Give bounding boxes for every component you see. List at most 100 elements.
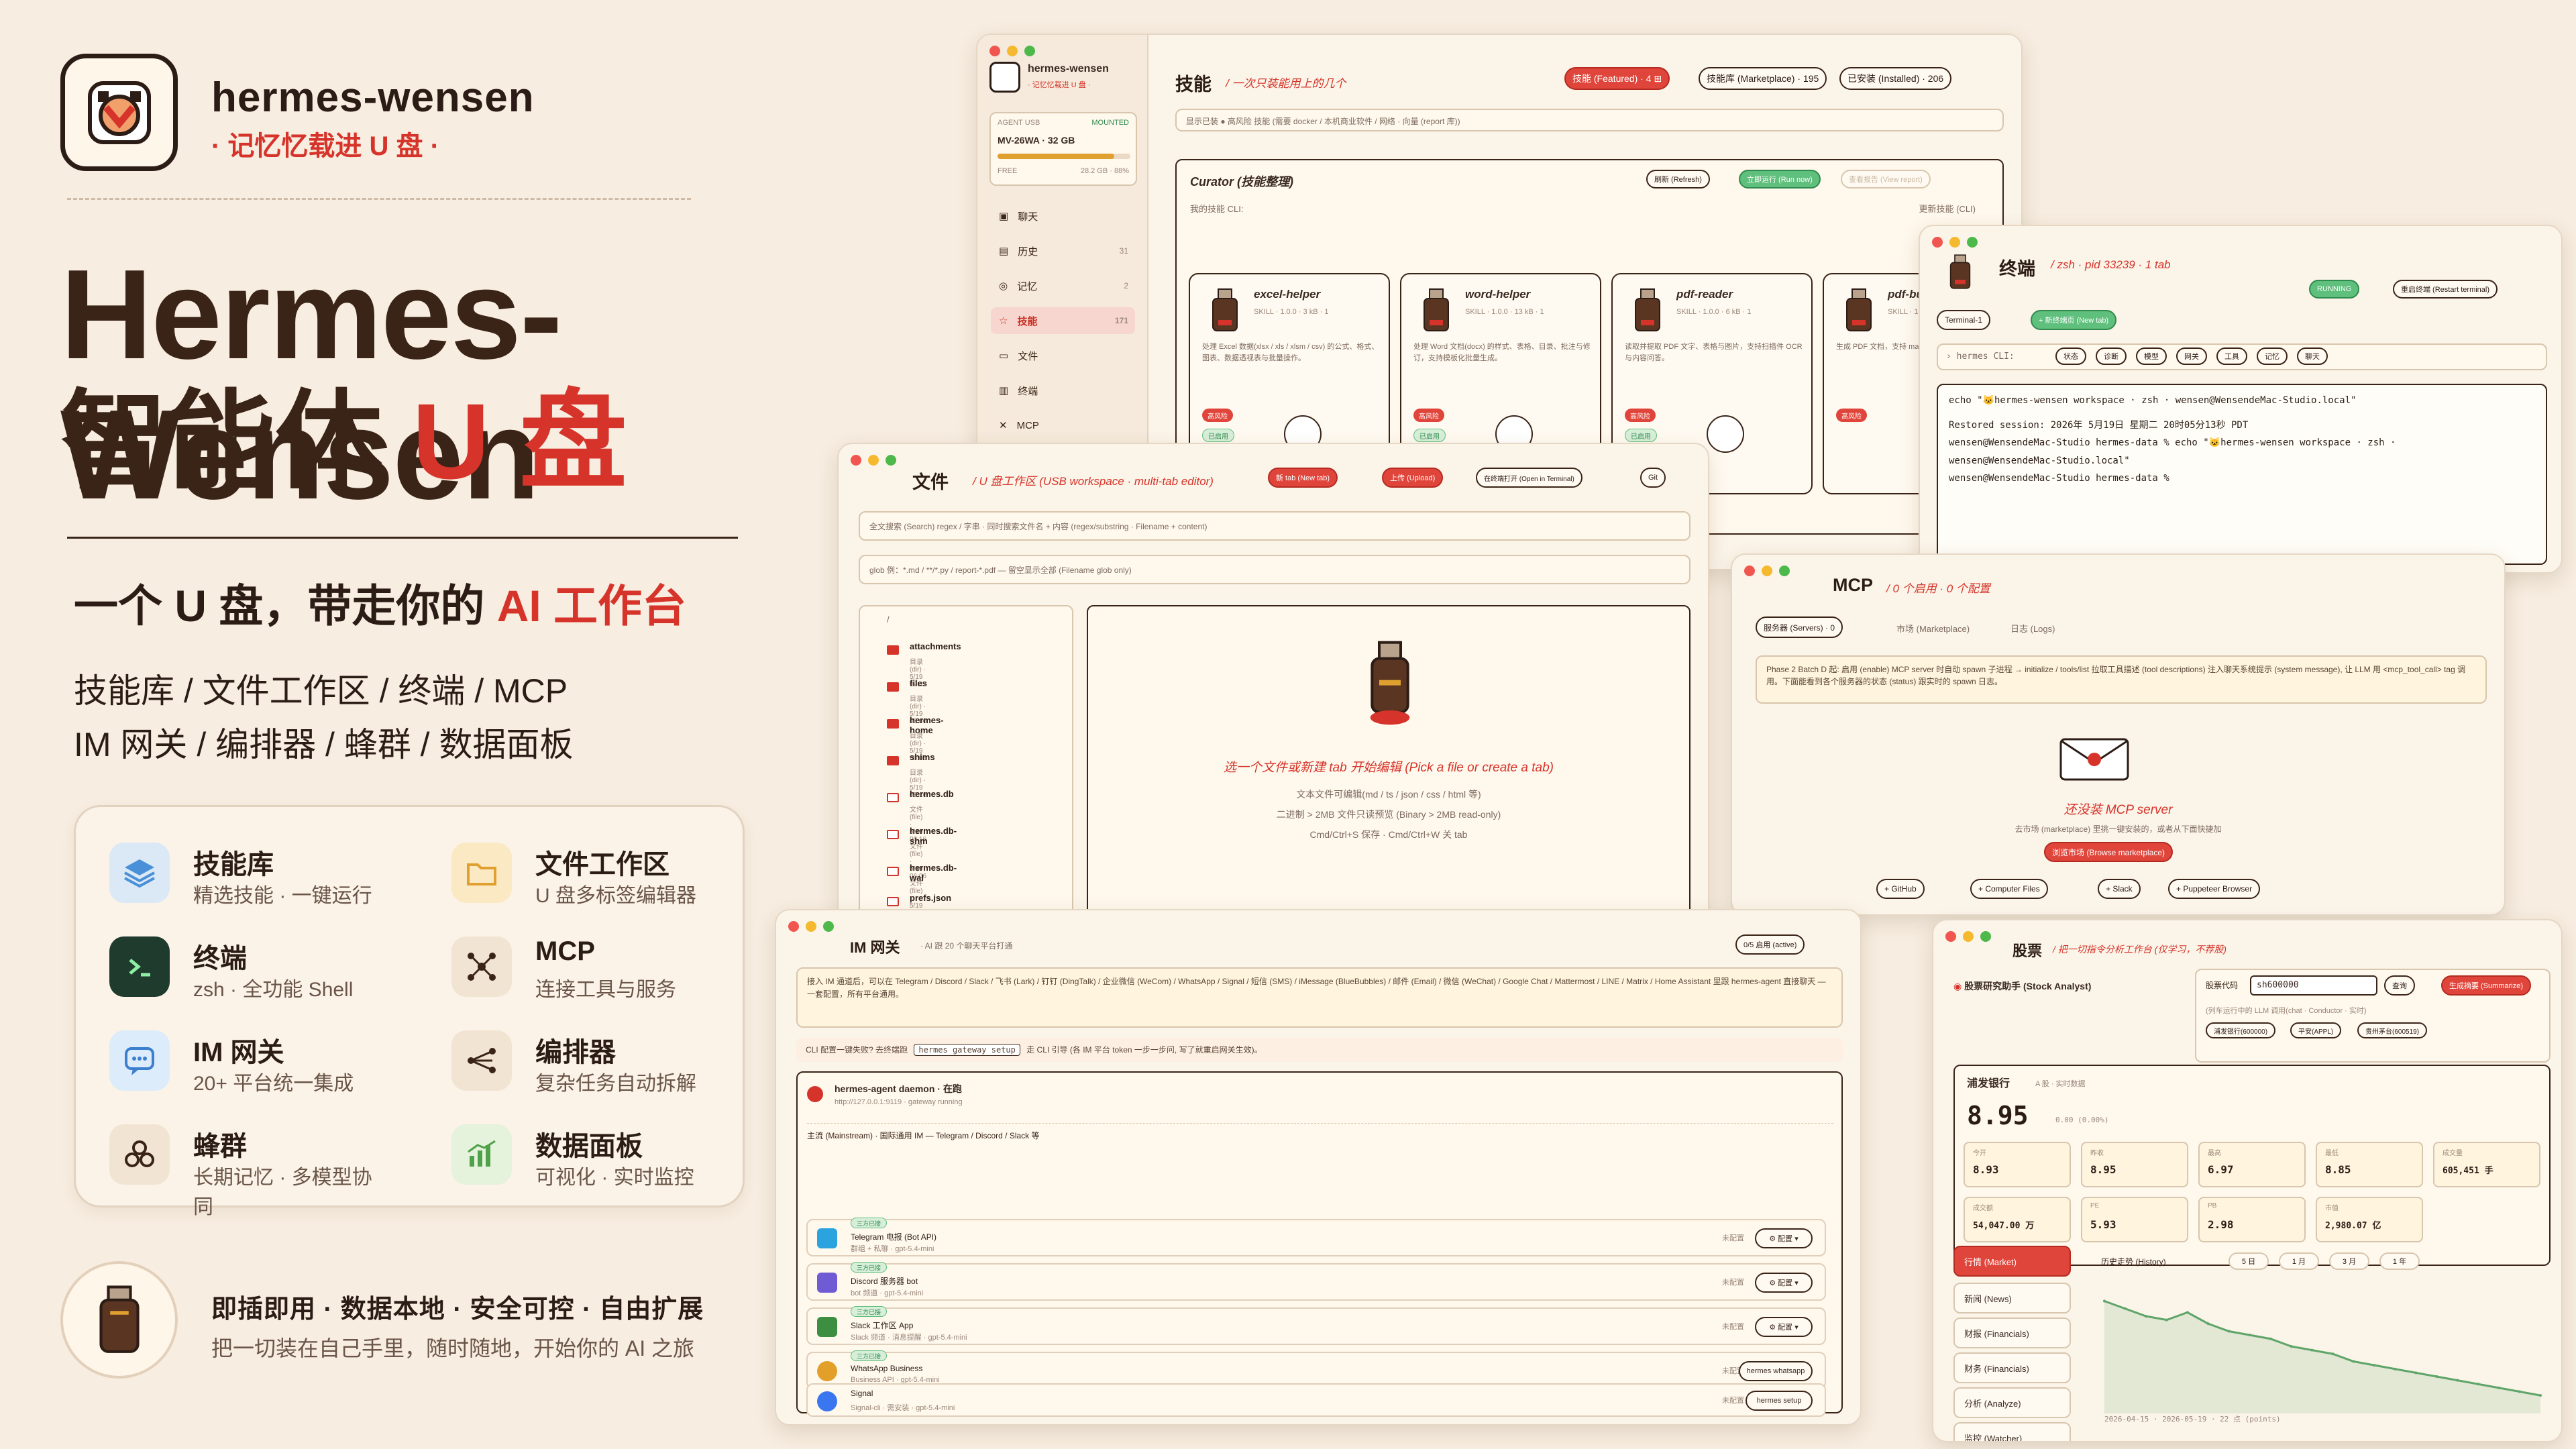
minimize-button[interactable] xyxy=(1949,237,1960,248)
cli-button[interactable]: 记忆 xyxy=(2257,347,2288,365)
minimize-button[interactable] xyxy=(1762,566,1772,576)
sidebar-item-mcp[interactable]: ✕ MCP xyxy=(991,412,1135,439)
platform-desc: bot 频道 · gpt-5.4-mini xyxy=(851,1289,924,1297)
configure-button[interactable]: ⚙ 配置 ▾ xyxy=(1755,1317,1813,1337)
stat-value: 605,451 手 xyxy=(2443,1166,2493,1176)
maximize-button[interactable] xyxy=(1980,931,1991,942)
envelope-icon xyxy=(2054,726,2135,786)
side-tab-market[interactable]: 行情 (Market) xyxy=(1953,1246,2071,1277)
close-button[interactable] xyxy=(1744,566,1755,576)
feature-files: 文件工作区 U 盘多标签编辑器 xyxy=(425,830,733,911)
side-tab-reports[interactable]: 财报 (Financials) xyxy=(1953,1318,2071,1348)
quick-add-slack[interactable]: + Slack xyxy=(2098,879,2141,899)
im-platform-row[interactable]: 三方已接 Slack 工作区 App Slack 频道 · 消息提醒 · gpt… xyxy=(806,1306,1826,1345)
agent-label: ◉ 股票研究助手 (Stock Analyst) xyxy=(1953,979,2091,993)
range-3m[interactable]: 3 月 xyxy=(2329,1252,2369,1270)
close-button[interactable] xyxy=(788,921,799,932)
maximize-button[interactable] xyxy=(1779,566,1790,576)
cli-button[interactable]: 模型 xyxy=(2136,347,2167,365)
run-now-button[interactable]: 立即运行 (Run now) xyxy=(1739,170,1821,189)
maximize-button[interactable] xyxy=(1024,46,1035,56)
stock-chip[interactable]: 浦发银行(600000) xyxy=(2206,1022,2276,1038)
cli-button[interactable]: 状态 xyxy=(2055,347,2086,365)
cli-command[interactable]: hermes gateway setup xyxy=(914,1044,1020,1056)
cli-button[interactable]: 网关 xyxy=(2176,347,2207,365)
sidebar-item-files[interactable]: ▭ 文件 xyxy=(991,342,1135,369)
cli-link[interactable]: 更新技能 (CLI) xyxy=(1919,202,1976,215)
browse-marketplace-button[interactable]: 浏览市场 (Browse marketplace) xyxy=(2044,842,2174,862)
minimize-button[interactable] xyxy=(1963,931,1974,942)
restart-terminal-button[interactable]: 重启终端 (Restart terminal) xyxy=(2393,280,2498,299)
search-input[interactable]: 全文搜索 (Search) regex / 字串 · 同时搜索文件名 + 内容 … xyxy=(859,511,1690,541)
configure-button[interactable]: ⚙ 配置 ▾ xyxy=(1755,1273,1813,1293)
side-tab-news[interactable]: 新闻 (News) xyxy=(1953,1283,2071,1313)
git-button[interactable]: Git xyxy=(1640,468,1666,488)
minimize-button[interactable] xyxy=(1007,46,1018,56)
minimize-button[interactable] xyxy=(868,455,879,466)
new-tab-button[interactable]: + 新终端页 (New tab) xyxy=(2031,310,2117,330)
sidebar-item-memory[interactable]: ◎ 记忆 2 xyxy=(991,272,1135,299)
cli-button[interactable]: 聊天 xyxy=(2297,347,2328,365)
sidebar-item-terminal[interactable]: ▥ 终端 xyxy=(991,377,1135,404)
tab-installed[interactable]: 已安装 (Installed) · 206 xyxy=(1839,67,1952,90)
refresh-button[interactable]: 刷新 (Refresh) xyxy=(1646,170,1710,189)
sidebar-item-history[interactable]: ▤ 历史 31 xyxy=(991,237,1135,264)
cli-setup-button[interactable]: hermes whatsapp xyxy=(1739,1361,1813,1381)
summarize-button[interactable]: 生成摘要 (Summarize) xyxy=(2441,975,2532,996)
view-report-button[interactable]: 查看报告 (View report) xyxy=(1841,170,1931,189)
tab-marketplace[interactable]: 市场 (Marketplace) xyxy=(1896,622,1970,635)
risk-notice: 显示已装 ● 高风险 技能 (需要 docker / 本机商业软件 / 网络 ·… xyxy=(1175,109,2004,131)
tab-featured[interactable]: 技能 (Featured) · 4 ⊞ xyxy=(1564,67,1670,90)
im-platform-row[interactable]: 三方已接 Telegram 电报 (Bot API) 群组 + 私聊 · gpt… xyxy=(806,1218,1826,1256)
tab-logs[interactable]: 日志 (Logs) xyxy=(2010,622,2055,635)
close-button[interactable] xyxy=(989,46,1000,56)
cli-setup-button[interactable]: hermes setup xyxy=(1746,1391,1813,1411)
sidebar-item-label: 历史 xyxy=(1018,246,1038,258)
quick-add-github[interactable]: + GitHub xyxy=(1876,879,1925,899)
search-button[interactable]: 查询 xyxy=(2384,975,2415,996)
tab-terminal-1[interactable]: Terminal-1 xyxy=(1937,310,1991,330)
maximize-button[interactable] xyxy=(1967,237,1978,248)
cli-button[interactable]: 诊断 xyxy=(2096,347,2127,365)
modules-line-1: 技能库 / 文件工作区 / 终端 / MCP xyxy=(74,672,568,710)
im-platform-row[interactable]: 三方已接 Discord 服务器 bot bot 频道 · gpt-5.4-mi… xyxy=(806,1262,1826,1301)
close-button[interactable] xyxy=(1945,931,1956,942)
agent-icon: ◉ xyxy=(1953,981,1965,991)
side-tab-analyze[interactable]: 分析 (Analyze) xyxy=(1953,1387,2071,1418)
cli-button[interactable]: 工具 xyxy=(2216,347,2247,365)
page-title: IM 网关 xyxy=(850,939,900,956)
range-5d[interactable]: 5 日 xyxy=(2229,1252,2269,1270)
quick-add-computer-files[interactable]: + Computer Files xyxy=(1970,879,2048,899)
glob-input[interactable]: glob 例：*.md / **/*.py / report-*.pdf — 留… xyxy=(859,555,1690,584)
new-tab-button[interactable]: 新 tab (New tab) xyxy=(1268,468,1338,488)
feature-desc: 可视化 · 实时监控 xyxy=(535,1167,694,1189)
stock-chip[interactable]: 平安(APPL) xyxy=(2290,1022,2342,1038)
platform-desc: Slack 频道 · 消息提醒 · gpt-5.4-mini xyxy=(851,1334,967,1342)
range-1y[interactable]: 1 年 xyxy=(2379,1252,2420,1270)
tab-marketplace[interactable]: 技能库 (Marketplace) · 195 xyxy=(1699,67,1827,90)
stock-chip[interactable]: 贵州茅台(600519) xyxy=(2357,1022,2428,1038)
upload-button[interactable]: 上传 (Upload) xyxy=(1382,468,1444,488)
close-button[interactable] xyxy=(851,455,861,466)
im-platform-row[interactable]: Signal Signal-cli · 需安装 · gpt-5.4-mini 未… xyxy=(806,1383,1826,1417)
side-tab-financials[interactable]: 财务 (Financials) xyxy=(1953,1352,2071,1383)
sidebar-item-chat[interactable]: ▣ 聊天 xyxy=(991,203,1135,229)
quick-add-puppeteer[interactable]: + Puppeteer Browser xyxy=(2168,879,2261,899)
stat-value: 5.93 xyxy=(2090,1218,2116,1231)
range-1m[interactable]: 1 月 xyxy=(2279,1252,2319,1270)
run-skill-button[interactable] xyxy=(1707,415,1744,453)
minimize-button[interactable] xyxy=(806,921,816,932)
window-controls xyxy=(989,46,1035,56)
maximize-button[interactable] xyxy=(885,455,896,466)
close-button[interactable] xyxy=(1932,237,1943,248)
tab-servers[interactable]: 服务器 (Servers) · 0 xyxy=(1756,616,1843,638)
stock-code-input[interactable]: sh600000 xyxy=(2250,975,2377,996)
terminal-output[interactable]: echo "🐱hermes-wensen workspace · zsh · w… xyxy=(1937,384,2547,565)
open-in-terminal-button[interactable]: 在终端打开 (Open in Terminal) xyxy=(1476,468,1582,488)
stat-label: 今开 xyxy=(1973,1150,1986,1157)
maximize-button[interactable] xyxy=(823,921,834,932)
configure-button[interactable]: ⚙ 配置 ▾ xyxy=(1755,1228,1813,1248)
sidebar-item-skills[interactable]: ☆ 技能 171 xyxy=(991,307,1135,334)
feature-title: 编排器 xyxy=(535,1038,616,1067)
side-tab-watcher[interactable]: 监控 (Watcher) xyxy=(1953,1422,2071,1441)
